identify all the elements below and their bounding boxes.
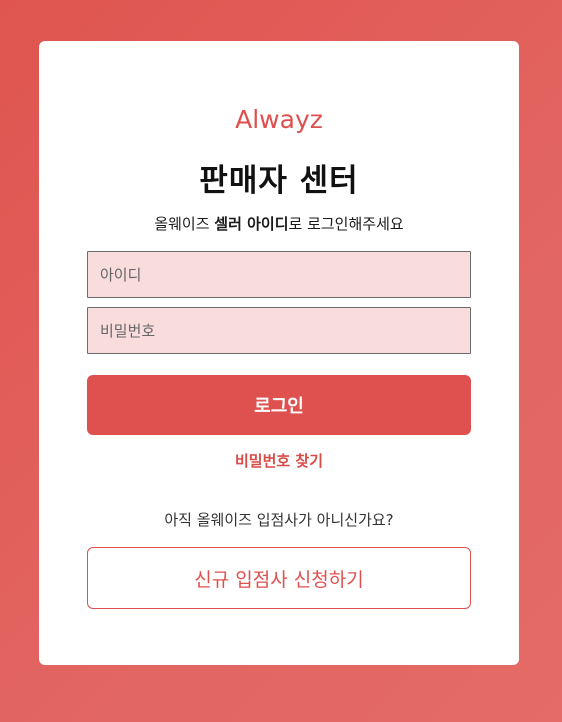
alwayz-logo: Alwayz xyxy=(235,105,323,134)
login-button[interactable]: 로그인 xyxy=(87,375,471,435)
password-input[interactable] xyxy=(87,307,471,354)
signup-prompt: 아직 올웨이즈 입점사가 아니신가요? xyxy=(164,511,394,529)
instruction-emphasis: 셀러 아이디 xyxy=(214,215,289,233)
instruction-suffix: 로 로그인해주세요 xyxy=(288,215,404,233)
login-instruction: 올웨이즈 셀러 아이디로 로그인해주세요 xyxy=(39,213,519,234)
instruction-prefix: 올웨이즈 xyxy=(154,215,215,233)
login-card: Alwayz 판매자 센터 올웨이즈 셀러 아이디로 로그인해주세요 로그인 비… xyxy=(39,41,519,665)
apply-seller-button[interactable]: 신규 입점사 신청하기 xyxy=(87,547,471,609)
id-input[interactable] xyxy=(87,251,471,298)
find-password-link[interactable]: 비밀번호 찾기 xyxy=(39,450,519,471)
page-title: 판매자 센터 xyxy=(199,163,359,199)
